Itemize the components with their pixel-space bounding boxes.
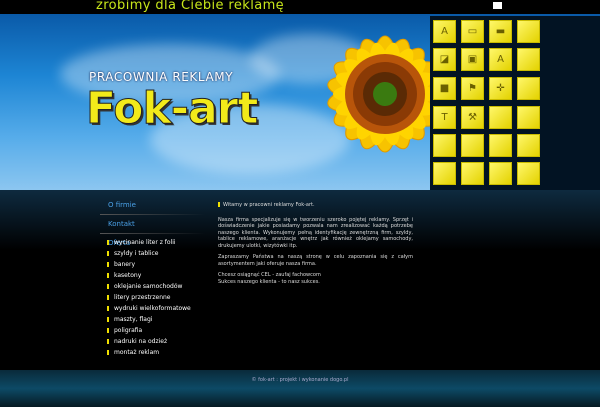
- submenu-item[interactable]: szyldy i tablice: [107, 248, 191, 259]
- letter-a-icon[interactable]: A: [433, 20, 456, 43]
- logo[interactable]: Fok-art: [85, 83, 258, 135]
- blank-tile-icon[interactable]: [433, 134, 456, 157]
- shirt-icon[interactable]: T: [433, 106, 456, 129]
- blank-tile-icon[interactable]: [489, 134, 512, 157]
- slogan: zrobimy dla Ciebie reklamę: [96, 0, 285, 13]
- blank-tile-icon[interactable]: [517, 77, 540, 100]
- tools-icon[interactable]: ⚒: [461, 106, 484, 129]
- main-content: Witamy w pracowni reklamy Fok-art. Nasza…: [218, 202, 413, 285]
- banner-icon[interactable]: ▬: [489, 20, 512, 43]
- submenu-item[interactable]: nadruki na odzież: [107, 336, 191, 347]
- submenu-item[interactable]: poligrafia: [107, 325, 191, 336]
- submenu-item[interactable]: montaż reklam: [107, 347, 191, 358]
- motto-line: Chcesz osiągnąć CEL - zaufaj fachowcom Su…: [218, 272, 413, 285]
- blank-tile-icon[interactable]: [517, 162, 540, 185]
- nav-divider: [100, 233, 205, 234]
- blank-tile-icon[interactable]: [489, 162, 512, 185]
- submenu-item[interactable]: oklejanie samochodów: [107, 281, 191, 292]
- blank-tile-icon[interactable]: [433, 162, 456, 185]
- offer-submenu: wycinanie liter z folii szyldy i tablice…: [107, 237, 191, 358]
- welcome-text: Witamy w pracowni reklamy Fok-art.: [218, 202, 413, 209]
- tile-grid: A ▭ ▬ ◪ ▣ A ■ ⚑ ✛ T ⚒: [430, 16, 600, 190]
- footer: [0, 370, 600, 407]
- flag-icon[interactable]: ⚑: [461, 77, 484, 100]
- blank-tile-icon[interactable]: [489, 106, 512, 129]
- sign-icon[interactable]: ▭: [461, 20, 484, 43]
- car-icon[interactable]: ▣: [461, 48, 484, 71]
- print-icon[interactable]: ■: [433, 77, 456, 100]
- intro-paragraph: Nasza firma specjalizuje się w tworzeniu…: [218, 216, 413, 249]
- mail-icon[interactable]: [493, 2, 502, 9]
- top-bar: zrobimy dla Ciebie reklamę: [0, 0, 600, 14]
- submenu-item[interactable]: litery przestrzenne: [107, 292, 191, 303]
- blank-tile-icon[interactable]: [517, 106, 540, 129]
- nav-item-o-firmie[interactable]: O firmie: [100, 199, 205, 212]
- motto-1: Chcesz osiągnąć CEL - zaufaj fachowcom: [218, 272, 321, 278]
- blank-tile-icon[interactable]: [517, 134, 540, 157]
- blank-tile-icon[interactable]: [461, 134, 484, 157]
- invite-paragraph: Zapraszamy Państwa na naszą stronę w cel…: [218, 254, 413, 267]
- footer-copyright: © fok-art : projekt i wykonanie dogo.pl: [251, 377, 349, 383]
- paper-icon[interactable]: ✛: [489, 77, 512, 100]
- motto-2: Sukces naszego klienta - to nasz sukces.: [218, 278, 320, 285]
- blank-tile-icon[interactable]: [461, 162, 484, 185]
- blank-tile-icon[interactable]: [517, 20, 540, 43]
- blank-tile-icon[interactable]: [517, 48, 540, 71]
- nav-item-kontakt[interactable]: Kontakt: [100, 218, 205, 231]
- studio-label: PRACOWNIA REKLAMY: [89, 70, 234, 84]
- lightbox-icon[interactable]: ◪: [433, 48, 456, 71]
- submenu-item[interactable]: kasetony: [107, 270, 191, 281]
- submenu-item[interactable]: wydruki wielkoformatowe: [107, 303, 191, 314]
- submenu-item[interactable]: banery: [107, 259, 191, 270]
- submenu-item[interactable]: maszty, flagi: [107, 314, 191, 325]
- nav-divider: [100, 214, 205, 215]
- submenu-item[interactable]: wycinanie liter z folii: [107, 237, 191, 248]
- letter-a-3d-icon[interactable]: A: [489, 48, 512, 71]
